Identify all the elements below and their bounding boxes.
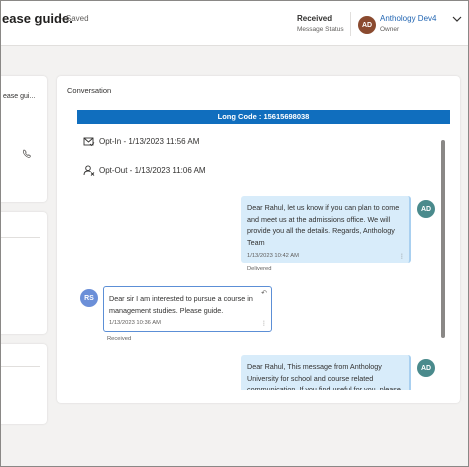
message-text: Dear Rahul, This message from Anthology … xyxy=(247,362,401,390)
extra-card xyxy=(0,344,47,424)
card-divider xyxy=(0,366,40,367)
subject-snippet: ease gui... xyxy=(3,93,36,100)
conversation-panel: Conversation Long Code : 15615698038 Opt… xyxy=(57,76,460,403)
more-options-icon[interactable]: ⋮ xyxy=(261,320,267,327)
owner-link[interactable]: Anthology Dev4 xyxy=(380,14,436,23)
details-card xyxy=(0,212,47,334)
phone-icon[interactable] xyxy=(22,149,32,159)
conversation-scrollbar[interactable] xyxy=(441,140,445,338)
opt-in-text: Opt-In - 1/13/2023 11:56 AM xyxy=(99,137,200,146)
conversation-title: Conversation xyxy=(67,86,112,95)
sender-avatar: AD xyxy=(417,359,435,377)
opt-out-icon xyxy=(83,165,95,176)
message-status: Received xyxy=(107,336,132,342)
reply-icon[interactable]: ↶ xyxy=(261,289,267,297)
saved-indicator: - Saved xyxy=(61,14,89,23)
message-text: Dear sir I am interested to pursue a cou… xyxy=(109,294,253,315)
message-status-value: Received xyxy=(297,14,333,23)
outgoing-message[interactable]: Dear Rahul, let us know if you can plan … xyxy=(241,196,411,263)
card-divider xyxy=(0,237,40,238)
message-time: 1/13/2023 10:42 AM xyxy=(247,253,299,259)
opt-out-text: Opt-Out - 1/13/2023 11:06 AM xyxy=(99,166,206,175)
more-options-icon[interactable]: ⋮ xyxy=(399,253,405,260)
incoming-message[interactable]: ↶ Dear sir I am interested to pursue a c… xyxy=(103,286,272,332)
header-divider xyxy=(350,12,351,36)
outgoing-message[interactable]: Dear Rahul, This message from Anthology … xyxy=(241,355,411,390)
message-time: 1/13/2023 10:36 AM xyxy=(109,320,161,326)
long-code-banner: Long Code : 15615698038 xyxy=(77,110,450,124)
sender-avatar: RS xyxy=(80,289,98,307)
record-header: ease guide. - Saved Received Message Sta… xyxy=(0,0,469,46)
opt-in-icon xyxy=(83,137,95,147)
message-status-label: Message Status xyxy=(297,26,344,33)
owner-label: Owner xyxy=(380,26,400,33)
message-status: Delivered xyxy=(247,266,272,272)
chevron-down-icon[interactable] xyxy=(451,13,463,25)
owner-avatar[interactable]: AD xyxy=(358,16,376,34)
message-text: Dear Rahul, let us know if you can plan … xyxy=(247,203,400,247)
conversation-thread[interactable]: Opt-In - 1/13/2023 11:56 AM Opt-Out - 1/… xyxy=(77,126,450,390)
summary-card: ease gui... xyxy=(0,76,47,202)
sender-avatar: AD xyxy=(417,200,435,218)
